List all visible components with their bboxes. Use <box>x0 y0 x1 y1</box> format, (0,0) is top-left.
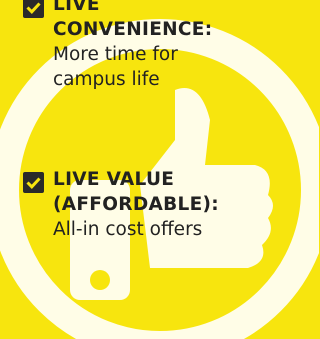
checkbox-checked-icon <box>23 172 44 193</box>
feature-heading: LIVE VALUE (AFFORDABLE): <box>53 167 219 217</box>
feature-item-convenience: LIVE CONVENIENCE: More time for campus l… <box>23 0 212 92</box>
feature-heading-line: LIVE <box>53 0 100 15</box>
feature-description-line: All-in cost offers <box>53 219 203 240</box>
feature-heading: LIVE CONVENIENCE: <box>53 0 212 42</box>
feature-description-line: campus life <box>53 69 160 90</box>
feature-item-value: LIVE VALUE (AFFORDABLE): All-in cost off… <box>23 167 219 242</box>
feature-heading-line: (AFFORDABLE): <box>53 194 219 215</box>
checkbox-checked-icon <box>23 0 44 18</box>
feature-heading-line: LIVE VALUE <box>53 169 175 190</box>
feature-description: All-in cost offers <box>53 217 219 242</box>
feature-description-line: More time for <box>53 44 178 65</box>
feature-heading-line: CONVENIENCE: <box>53 19 213 40</box>
feature-description: More time for campus life <box>53 42 212 92</box>
